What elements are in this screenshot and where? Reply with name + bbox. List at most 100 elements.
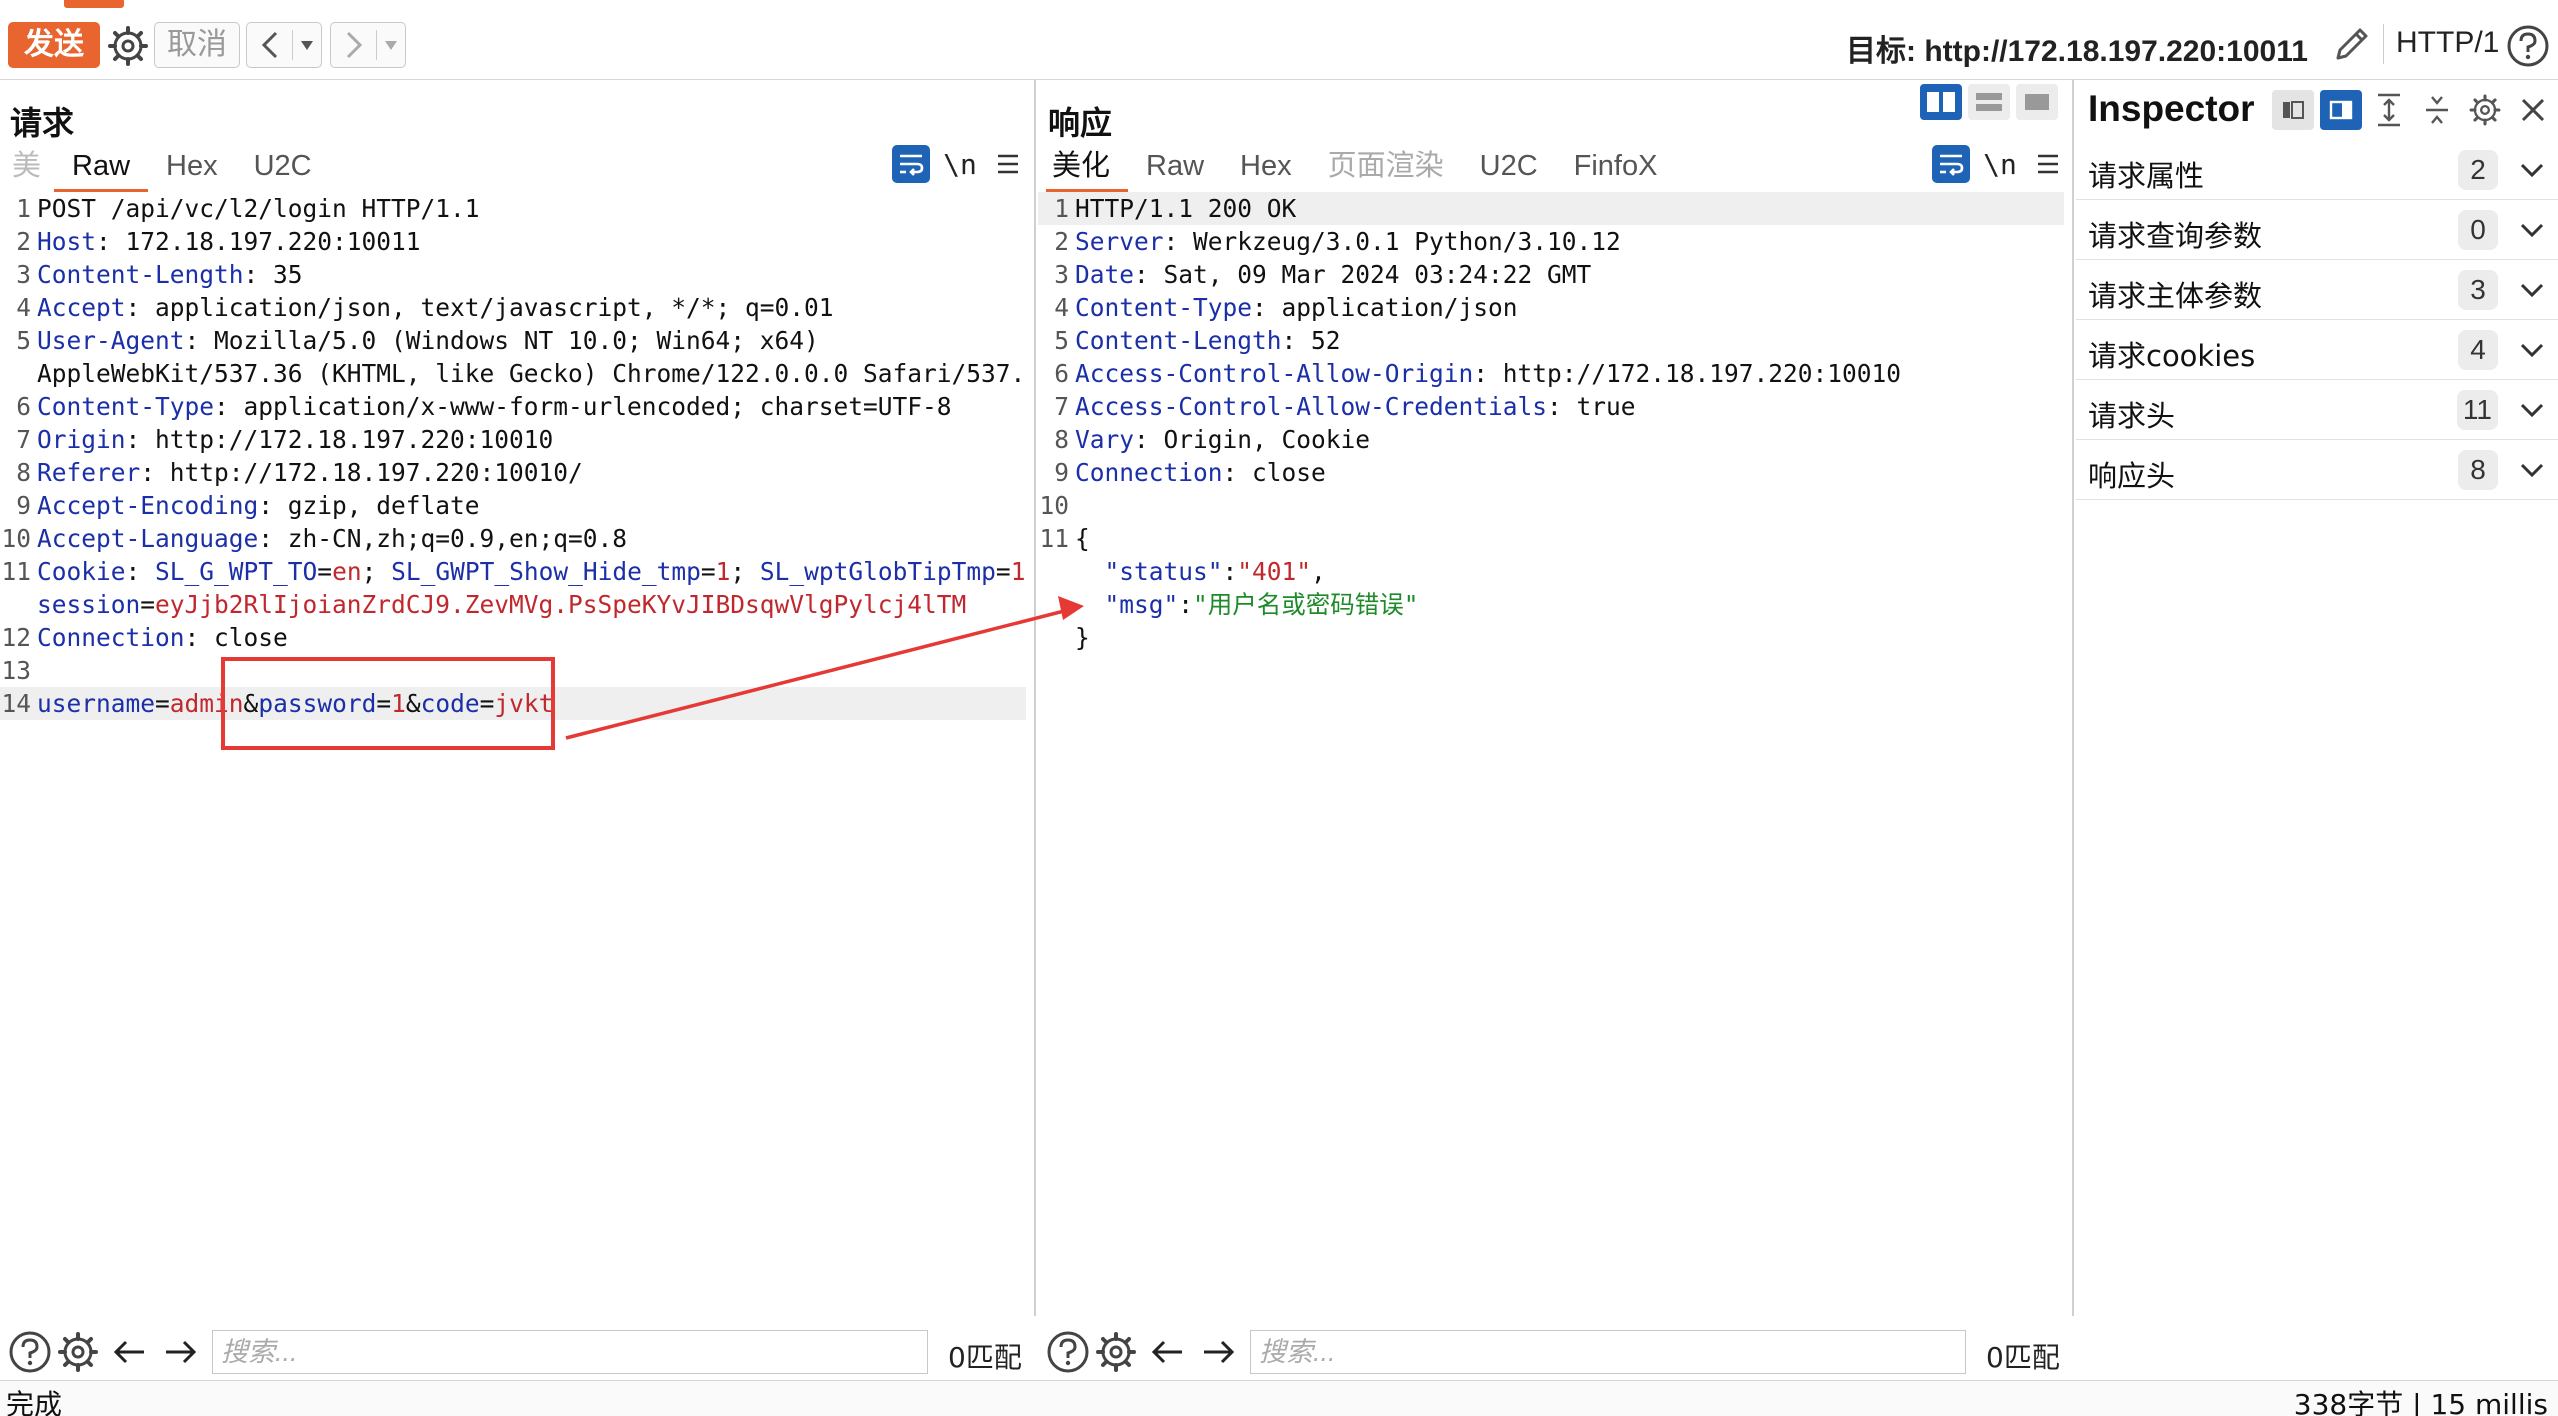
- tab-u2c[interactable]: U2C: [236, 148, 330, 192]
- tab-pretty[interactable]: 美: [0, 148, 54, 192]
- inspector-section[interactable]: 请求cookies 4: [2076, 320, 2558, 380]
- request-search-input[interactable]: [212, 1330, 928, 1374]
- code-line[interactable]: 7 Access-Control-Allow-Credentials: true: [1038, 390, 2064, 423]
- code-line[interactable]: 6 Access-Control-Allow-Origin: http://172…: [1038, 357, 2064, 390]
- inspector-section[interactable]: 请求主体参数 3: [2076, 260, 2558, 320]
- code-line[interactable]: 8 Vary: Origin, Cookie: [1038, 423, 2064, 456]
- code-line[interactable]: 7 Origin: http://172.18.197.220:10010: [0, 423, 1026, 456]
- tab-hex[interactable]: Hex: [148, 148, 236, 192]
- inspector-section[interactable]: 响应头 8: [2076, 440, 2558, 500]
- token-key: Cookie: [37, 557, 126, 586]
- code-line[interactable]: 9 Connection: close: [1038, 456, 2064, 489]
- help-icon[interactable]: [2506, 24, 2550, 68]
- menu-icon[interactable]: [2030, 146, 2066, 182]
- code-line[interactable]: 4 Accept: application/json, text/javascri…: [0, 291, 1026, 324]
- code-line[interactable]: session=eyJjb2RlIjoianZrdCJ9.ZevMVg.PsSp…: [0, 588, 1026, 621]
- inspector-section[interactable]: 请求头 11: [2076, 380, 2558, 440]
- line-text: Date: Sat, 09 Mar 2024 03:24:22 GMT: [1075, 258, 1591, 291]
- code-line[interactable]: 3 Content-Length: 35: [0, 258, 1026, 291]
- tabs-layout-icon[interactable]: [2016, 84, 2058, 120]
- code-line[interactable]: 4 Content-Type: application/json: [1038, 291, 2064, 324]
- history-dropdown-icon[interactable]: [377, 23, 405, 67]
- code-line[interactable]: 12 Connection: close: [0, 621, 1026, 654]
- gear-icon[interactable]: [56, 1330, 100, 1374]
- chevron-right-icon[interactable]: [331, 23, 376, 67]
- chevron-down-icon[interactable]: [2518, 456, 2546, 484]
- code-line[interactable]: 14 username=admin&password=1&code=jvkt: [0, 687, 1026, 720]
- code-line[interactable]: 10 Accept-Language: zh-CN,zh;q=0.9,en;q=0…: [0, 522, 1026, 555]
- tab-u2c[interactable]: U2C: [1462, 148, 1556, 192]
- pencil-icon[interactable]: [2330, 22, 2374, 66]
- code-line[interactable]: AppleWebKit/537.36 (KHTML, like Gecko) C…: [0, 357, 1026, 390]
- code-line[interactable]: "msg":"用户名或密码错误": [1038, 588, 2064, 621]
- code-line[interactable]: 2 Server: Werkzeug/3.0.1 Python/3.10.12: [1038, 225, 2064, 258]
- code-line[interactable]: 9 Accept-Encoding: gzip, deflate: [0, 489, 1026, 522]
- chevron-down-icon[interactable]: [2518, 336, 2546, 364]
- chevron-down-icon[interactable]: [2518, 276, 2546, 304]
- code-line[interactable]: 5 User-Agent: Mozilla/5.0 (Windows NT 10.…: [0, 324, 1026, 357]
- arrow-left-icon[interactable]: [1146, 1330, 1190, 1374]
- response-editor[interactable]: 1 HTTP/1.1 200 OK 2 Server: Werkzeug/3.0.1 …: [1038, 192, 2064, 1298]
- send-button[interactable]: 发送: [8, 22, 100, 68]
- arrow-right-icon[interactable]: [1196, 1330, 1240, 1374]
- close-icon[interactable]: [2512, 90, 2554, 130]
- code-line[interactable]: 13: [0, 654, 1026, 687]
- code-line[interactable]: "status":"401",: [1038, 555, 2064, 588]
- active-tab-indicator[interactable]: [64, 0, 124, 8]
- collapse-all-icon[interactable]: [2416, 90, 2458, 130]
- code-line[interactable]: 5 Content-Length: 52: [1038, 324, 2064, 357]
- code-line[interactable]: }: [1038, 621, 2064, 654]
- cancel-button[interactable]: 取消: [154, 22, 240, 68]
- help-icon[interactable]: [8, 1330, 52, 1374]
- code-line[interactable]: 8 Referer: http://172.18.197.220:10010/: [0, 456, 1026, 489]
- tab-finfox[interactable]: FinfoX: [1556, 148, 1676, 192]
- token-key: Host: [37, 227, 97, 256]
- line-number: 6: [1054, 359, 1069, 388]
- request-editor[interactable]: 1 POST /api/vc/l2/login HTTP/1.1 2 Host: 17…: [0, 192, 1026, 1298]
- chevron-left-icon[interactable]: [247, 23, 292, 67]
- chevron-down-icon[interactable]: [2518, 156, 2546, 184]
- menu-icon[interactable]: [990, 146, 1026, 182]
- token-key: Accept-Language: [37, 524, 259, 553]
- split-horizontal-icon[interactable]: [1920, 84, 1962, 120]
- expand-all-icon[interactable]: [2368, 90, 2410, 130]
- tab-render[interactable]: 页面渲染: [1310, 148, 1462, 192]
- http-version-toggle[interactable]: HTTP/1: [2396, 26, 2499, 60]
- show-newlines-toggle[interactable]: \n: [1980, 148, 2020, 181]
- arrow-right-icon[interactable]: [158, 1330, 202, 1374]
- history-dropdown-icon[interactable]: [293, 23, 321, 67]
- tab-hex[interactable]: Hex: [1222, 148, 1310, 192]
- token-text: POST /api/vc/l2/login HTTP/1.1: [37, 194, 480, 223]
- inspector-section[interactable]: 请求查询参数 0: [2076, 200, 2558, 260]
- code-line[interactable]: 1 HTTP/1.1 200 OK: [1038, 192, 2064, 225]
- tab-raw[interactable]: Raw: [54, 148, 149, 192]
- inspector-section[interactable]: 请求属性 2: [2076, 140, 2558, 200]
- split-vertical-icon[interactable]: [1968, 84, 2010, 120]
- inspector-layout-active-icon[interactable]: [2320, 90, 2362, 130]
- token-text: : close: [1222, 458, 1326, 487]
- code-line[interactable]: 2 Host: 172.18.197.220:10011: [0, 225, 1026, 258]
- code-line[interactable]: 10: [1038, 489, 2064, 522]
- inspector-layout-icon[interactable]: [2272, 90, 2314, 130]
- tab-raw[interactable]: Raw: [1128, 148, 1222, 192]
- show-newlines-toggle[interactable]: \n: [940, 148, 980, 181]
- token-key: "msg": [1075, 590, 1179, 619]
- word-wrap-icon[interactable]: [1932, 145, 1970, 183]
- gear-icon[interactable]: [106, 24, 150, 68]
- code-line[interactable]: 11{: [1038, 522, 2064, 555]
- token-text: : http://172.18.197.220:10010: [125, 425, 554, 454]
- code-line[interactable]: 6 Content-Type: application/x-www-form-ur…: [0, 390, 1026, 423]
- chevron-down-icon[interactable]: [2518, 216, 2546, 244]
- word-wrap-icon[interactable]: [892, 145, 930, 183]
- arrow-left-icon[interactable]: [108, 1330, 152, 1374]
- code-line[interactable]: 1 POST /api/vc/l2/login HTTP/1.1: [0, 192, 1026, 225]
- chevron-down-icon[interactable]: [2518, 396, 2546, 424]
- gear-icon[interactable]: [1094, 1330, 1138, 1374]
- code-line[interactable]: 3 Date: Sat, 09 Mar 2024 03:24:22 GMT: [1038, 258, 2064, 291]
- gear-icon[interactable]: [2464, 90, 2506, 130]
- help-icon[interactable]: [1046, 1330, 1090, 1374]
- token-key: Access-Control-Allow-Credentials: [1075, 392, 1548, 421]
- code-line[interactable]: 11 Cookie: SL_G_WPT_TO=en; SL_GWPT_Show_H…: [0, 555, 1026, 588]
- response-search-input[interactable]: [1250, 1330, 1966, 1374]
- tab-pretty[interactable]: 美化: [1046, 148, 1129, 192]
